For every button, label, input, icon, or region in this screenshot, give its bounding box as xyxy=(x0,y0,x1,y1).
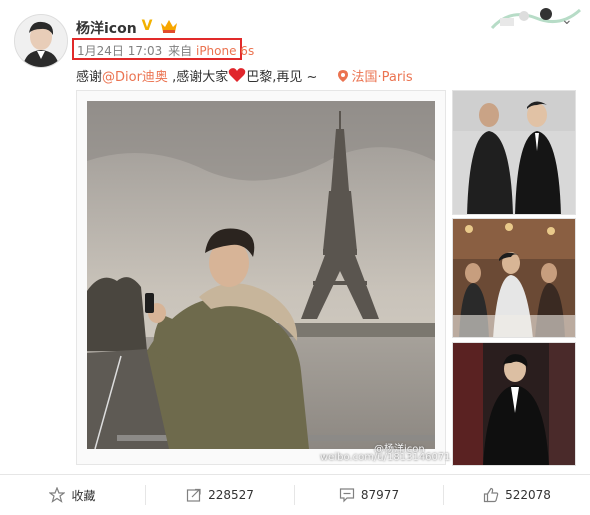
location-pin-icon xyxy=(337,70,348,82)
thumbnail-1[interactable] xyxy=(452,90,576,215)
like-button[interactable]: 522078 xyxy=(444,475,590,515)
thumbs-up-icon xyxy=(483,487,499,503)
thumbnail-2[interactable] xyxy=(452,218,576,338)
text-part-3: 巴黎,再见 ~ xyxy=(246,70,318,85)
username[interactable]: 杨洋icon xyxy=(76,18,137,38)
source-device[interactable]: iPhone 6s xyxy=(196,44,254,58)
comment-button[interactable]: 87977 xyxy=(295,475,443,515)
eiffel-selfie-photo xyxy=(87,101,435,449)
repost-count: 228527 xyxy=(208,488,254,502)
favorite-label: 收藏 xyxy=(71,488,96,503)
action-toolbar: 收藏 228527 87977 522078 xyxy=(0,474,590,515)
like-count: 522078 xyxy=(505,488,551,502)
comment-icon xyxy=(339,488,355,503)
location-link[interactable]: 法国·Paris xyxy=(337,70,413,85)
avatar[interactable] xyxy=(14,14,68,68)
post-time[interactable]: 1月24日 17:03 xyxy=(77,44,162,58)
main-photo[interactable] xyxy=(76,90,446,465)
watermark-url: weibo.com/u/1813146071 xyxy=(320,452,451,463)
post-meta: 1月24日 17:03 来自 iPhone 6s xyxy=(77,42,254,59)
photo-group-dinner xyxy=(453,219,575,337)
source-prefix: 来自 xyxy=(168,44,193,58)
avatar-portrait xyxy=(15,15,67,67)
comment-count: 87977 xyxy=(360,488,400,502)
star-icon xyxy=(49,487,66,503)
photo-two-men-suits xyxy=(453,91,575,214)
post-text: 感谢@Dior迪奥 ,感谢大家 巴黎,再见 ~ 法国·Paris xyxy=(76,66,413,85)
favorite-button[interactable]: 收藏 xyxy=(0,475,145,515)
thumbnail-3[interactable] xyxy=(452,342,576,466)
heart-emoji-icon xyxy=(228,68,246,82)
text-part-1: 感谢 xyxy=(76,70,103,85)
text-part-2: ,感谢大家 xyxy=(167,70,229,85)
chevron-down-icon[interactable]: ⌄ xyxy=(561,12,573,28)
repost-button[interactable]: 228527 xyxy=(146,475,294,515)
verified-badge-icon[interactable]: V xyxy=(139,18,155,34)
mention-link[interactable]: @Dior迪奥 xyxy=(102,70,168,85)
repost-icon xyxy=(186,488,201,502)
photo-man-black-suit xyxy=(453,343,575,465)
location-label: 法国·Paris xyxy=(351,70,413,85)
vip-crown-icon[interactable] xyxy=(160,18,178,34)
